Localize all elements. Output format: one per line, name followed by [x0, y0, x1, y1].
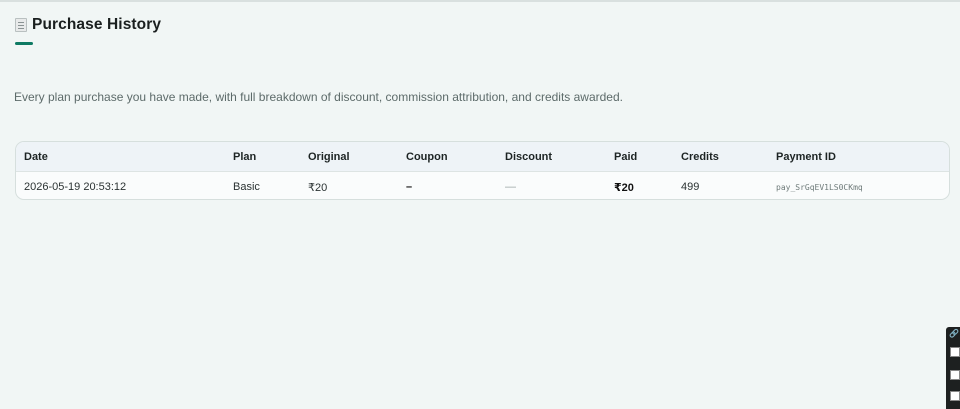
cell-coupon: – — [406, 181, 413, 193]
cell-plan: Basic — [233, 181, 260, 193]
column-header-plan: Plan — [233, 151, 257, 163]
cell-payment-id: pay_SrGqEV1LS0CKmq — [776, 183, 863, 192]
cell-original: ₹20 — [308, 182, 328, 194]
column-header-paid: Paid — [614, 151, 638, 163]
widget-input-box[interactable] — [950, 370, 960, 380]
page-subtitle: Every plan purchase you have made, with … — [14, 90, 623, 104]
column-header-credits: Credits — [681, 151, 719, 163]
widget-search-box[interactable] — [950, 347, 960, 357]
link-icon[interactable]: 🔗 — [949, 330, 959, 338]
document-icon — [15, 18, 27, 32]
cell-paid: ₹20 — [614, 182, 634, 194]
page-title: Purchase History — [32, 16, 162, 33]
column-header-date: Date — [24, 151, 48, 163]
top-divider — [0, 0, 960, 2]
table-header: Date Plan Original Coupon Discount Paid … — [16, 142, 949, 172]
column-header-original: Original — [308, 151, 350, 163]
title-underline — [15, 42, 33, 45]
column-header-payment-id: Payment ID — [776, 151, 836, 163]
cell-discount: — — [505, 181, 516, 193]
floating-side-widget[interactable]: 🔗 — [946, 327, 960, 409]
cell-date: 2026-05-19 20:53:12 — [24, 181, 127, 193]
column-header-coupon: Coupon — [406, 151, 448, 163]
widget-checkbox[interactable] — [950, 391, 960, 401]
cell-credits: 499 — [681, 181, 700, 193]
purchase-table: Date Plan Original Coupon Discount Paid … — [15, 141, 950, 200]
page-header: Purchase History — [15, 16, 161, 34]
column-header-discount: Discount — [505, 151, 553, 163]
